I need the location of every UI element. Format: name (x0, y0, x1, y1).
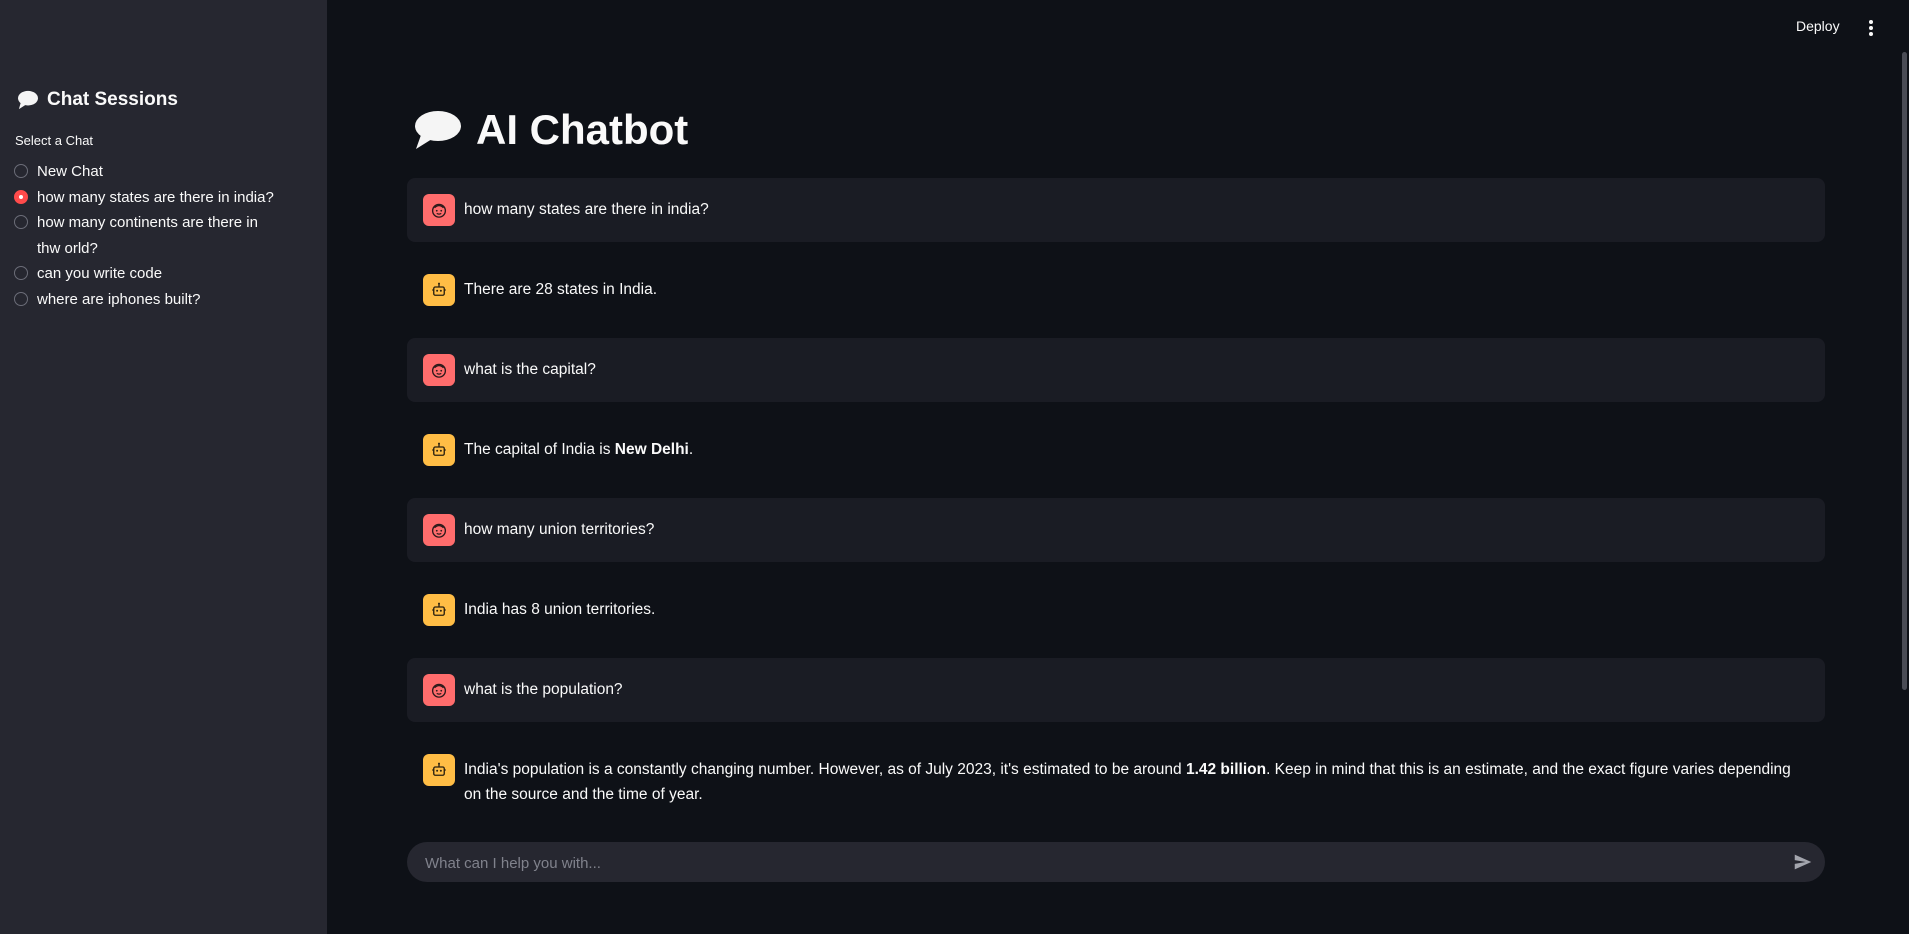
scrollbar-thumb[interactable] (1902, 52, 1907, 690)
user-avatar (423, 674, 455, 706)
deploy-button[interactable]: Deploy (1796, 18, 1840, 34)
user-message: how many union territories? (407, 498, 1825, 562)
radio-button-selected[interactable] (14, 189, 28, 204)
session-label: where are iphones built? (37, 290, 201, 308)
message-text-bold: New Delhi (614, 441, 689, 458)
page-title: AI Chatbot (412, 106, 688, 154)
radio-button[interactable] (14, 215, 28, 229)
message-text: The capital of India is New Delhi. (464, 434, 693, 462)
user-message: how many states are there in india? (407, 178, 1825, 242)
assistant-avatar (423, 754, 455, 786)
robot-icon (430, 601, 448, 619)
assistant-message: There are 28 states in India. (407, 258, 1825, 322)
face-icon (430, 681, 448, 699)
vertical-ellipsis-icon[interactable] (1866, 18, 1876, 38)
robot-icon (430, 281, 448, 299)
message-text-part: how many states are there in india? (464, 201, 709, 218)
face-icon (430, 521, 448, 539)
page-title-text: AI Chatbot (476, 106, 689, 153)
message-text-part: what is the population? (464, 681, 623, 698)
speech-balloon-icon (18, 90, 38, 110)
message-text: how many states are there in india? (464, 194, 709, 222)
user-avatar (423, 514, 455, 546)
assistant-message: India has 8 union territories. (407, 578, 1825, 642)
session-iphones[interactable]: where are iphones built? (14, 287, 314, 313)
select-chat-label: Select a Chat (15, 133, 94, 148)
message-text: There are 28 states in India. (464, 274, 657, 302)
session-label: how many continents are there in thw orl… (37, 214, 258, 257)
user-avatar (423, 354, 455, 386)
session-write-code[interactable]: can you write code (14, 261, 314, 287)
scrollbar[interactable] (1899, 0, 1909, 934)
session-label: New Chat (37, 163, 103, 180)
message-text-part: The capital of India is (464, 441, 615, 458)
message-text-part: India's population is a constantly chang… (464, 761, 1186, 778)
chat-input[interactable] (423, 842, 1767, 884)
message-text-part: . (688, 441, 694, 458)
chat-session-radio-group: New Chat how many states are there in in… (14, 159, 314, 312)
radio-button[interactable] (14, 291, 28, 306)
message-text: India's population is a constantly chang… (464, 754, 1809, 807)
chat-input-box (407, 842, 1825, 884)
radio-button[interactable] (14, 266, 28, 280)
message-text: what is the capital? (464, 354, 596, 382)
session-label: how many states are there in india? (37, 188, 274, 206)
face-icon (430, 201, 448, 219)
assistant-message: India's population is a constantly chang… (407, 738, 1825, 823)
face-icon (430, 361, 448, 379)
speech-balloon-icon (415, 111, 461, 149)
radio-button[interactable] (14, 164, 28, 178)
user-avatar (423, 194, 455, 226)
send-arrow-icon[interactable] (1792, 851, 1814, 873)
user-message: what is the population? (407, 658, 1825, 722)
user-message: what is the capital? (407, 338, 1825, 402)
message-text-part: India has 8 union territories. (464, 601, 656, 618)
sidebar: Chat Sessions Select a Chat New Chat how… (0, 0, 327, 934)
assistant-message: The capital of India is New Delhi. (407, 418, 1825, 482)
message-text: India has 8 union territories. (464, 594, 655, 622)
message-text-part: how many union territories? (464, 521, 655, 538)
message-text: what is the population? (464, 674, 623, 702)
message-text-part: There are 28 states in India. (464, 281, 658, 298)
session-states-india[interactable]: how many states are there in india? (14, 185, 314, 211)
session-continents[interactable]: how many continents are there in thw orl… (14, 210, 314, 261)
session-new-chat[interactable]: New Chat (14, 159, 314, 185)
sidebar-title-text: Chat Sessions (47, 89, 178, 110)
message-text-part: what is the capital? (464, 361, 596, 378)
assistant-avatar (423, 274, 455, 306)
assistant-avatar (423, 434, 455, 466)
sidebar-title: Chat Sessions (17, 89, 178, 111)
message-text-bold: 1.42 billion (1185, 761, 1267, 778)
robot-icon (430, 441, 448, 459)
assistant-avatar (423, 594, 455, 626)
session-label: can you write code (37, 265, 163, 282)
message-text: how many union territories? (464, 514, 654, 542)
robot-icon (430, 761, 448, 779)
